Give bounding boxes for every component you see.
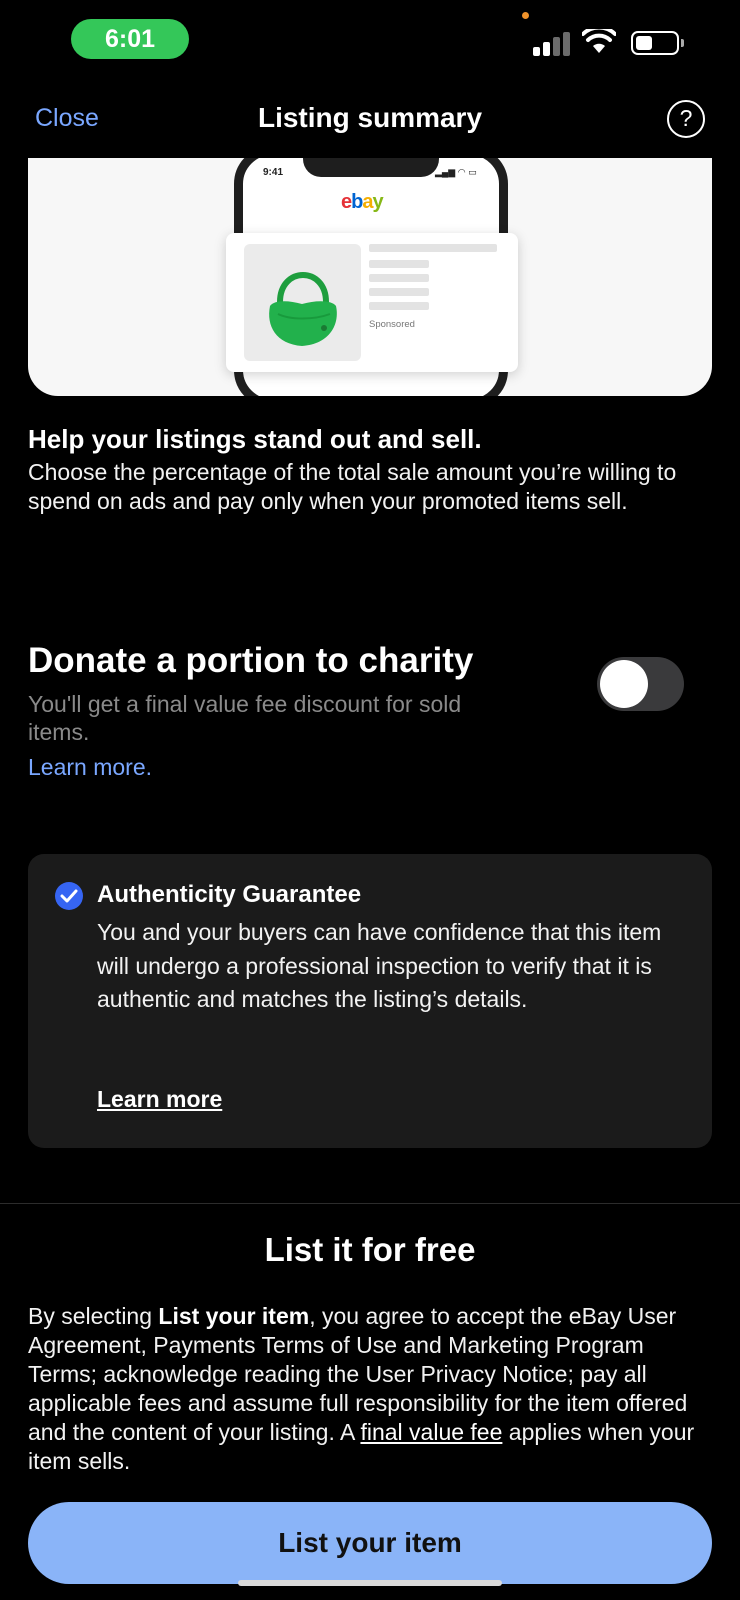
promoted-heading: Help your listings stand out and sell. — [28, 424, 482, 454]
wifi-icon — [582, 29, 616, 53]
promoted-description: Choose the percentage of the total sale … — [28, 459, 677, 514]
placeholder-line — [369, 302, 429, 310]
toggle-knob — [600, 660, 648, 708]
list-free-title: List it for free — [264, 1231, 476, 1268]
list-your-item-button[interactable]: List your item — [28, 1502, 712, 1584]
charity-toggle[interactable] — [597, 657, 684, 711]
authenticity-learn-more-link[interactable]: Learn more — [97, 1086, 222, 1113]
sponsored-listing-card: Sponsored — [226, 233, 518, 372]
page-title: Listing summary — [257, 102, 483, 133]
phone-notch — [303, 158, 439, 177]
status-bar: 6:01 — [0, 0, 740, 80]
battery-icon — [631, 31, 679, 55]
charity-description: You'll get a final value fee discount fo… — [28, 691, 462, 745]
placeholder-line — [369, 244, 497, 252]
phone-status-icons: ▂▄▆ ◠ ▭ — [435, 167, 477, 177]
status-time: 6:01 — [71, 19, 189, 59]
authenticity-title: Authenticity Guarantee — [97, 881, 362, 908]
privacy-indicator-dot — [522, 12, 529, 19]
placeholder-line — [369, 288, 429, 296]
sponsored-label: Sponsored — [369, 319, 415, 330]
cellular-signal-icon — [533, 30, 573, 56]
help-icon[interactable]: ? — [667, 100, 705, 138]
placeholder-line — [369, 274, 429, 282]
placeholder-line — [369, 260, 429, 268]
ebay-logo: ebay — [341, 191, 384, 213]
authenticity-description: You and your buyers can have confidence … — [97, 919, 662, 1012]
charity-learn-more-link[interactable]: Learn more. — [28, 754, 152, 781]
authenticity-guarantee-card: Authenticity Guarantee You and your buye… — [28, 854, 712, 1148]
legal-agreement-text: By selecting List your item, you agree t… — [28, 1303, 695, 1474]
phone-time: 9:41 — [263, 167, 284, 178]
promoted-listings-illustration: 9:41 ▂▄▆ ◠ ▭ ebay Sponsored — [28, 158, 712, 396]
charity-title: Donate a portion to charity — [28, 641, 474, 680]
nav-header: Close Listing summary ? — [0, 92, 740, 148]
section-divider — [0, 1203, 740, 1204]
green-handbag-image — [244, 244, 361, 361]
checkmark-icon[interactable] — [55, 882, 83, 910]
final-value-fee-link[interactable]: final value fee — [360, 1419, 502, 1445]
battery-cap — [681, 39, 684, 47]
home-indicator — [238, 1580, 502, 1586]
